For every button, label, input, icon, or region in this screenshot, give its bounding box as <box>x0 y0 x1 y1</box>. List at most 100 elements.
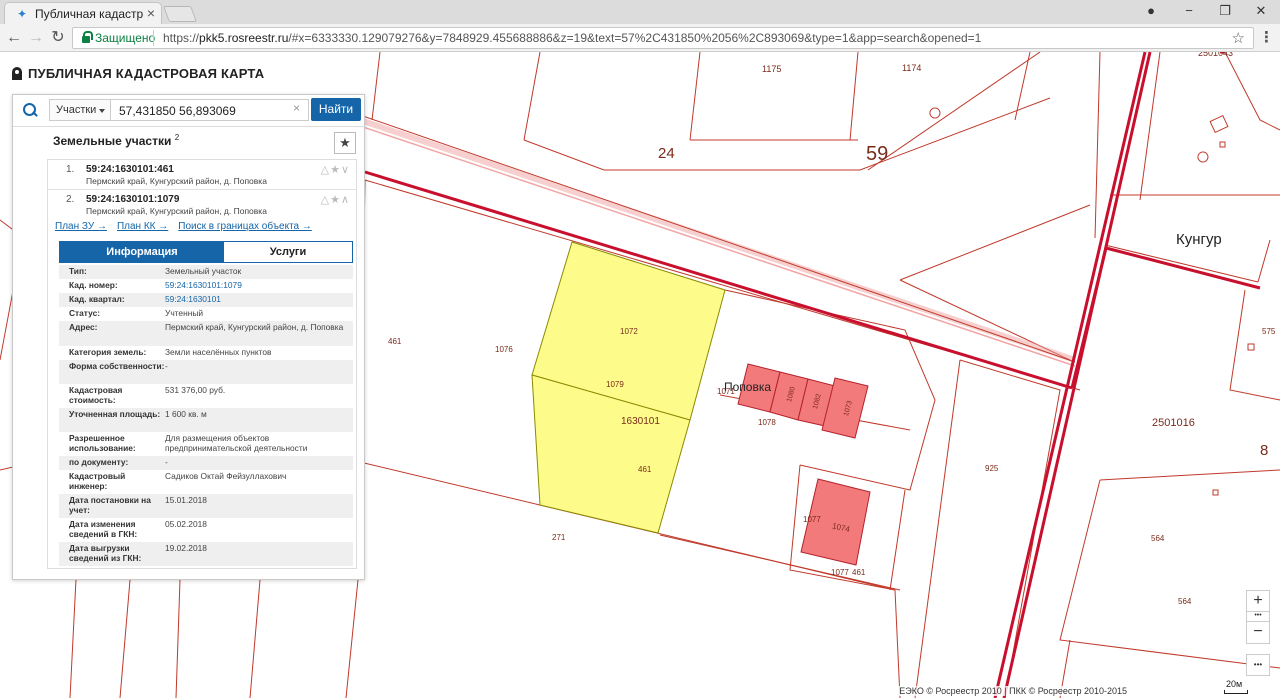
property-key: Адрес: <box>69 322 98 332</box>
map-label: 59 <box>866 143 888 165</box>
search-input[interactable]: 57,431850 56,893069 <box>111 99 309 121</box>
bookmark-star-icon[interactable]: ☆ <box>1232 29 1245 47</box>
property-key: Дата изменения сведений в ГКН: <box>69 519 138 539</box>
map-label: 1079 <box>606 380 624 389</box>
forward-arrow-icon[interactable]: → <box>26 28 46 48</box>
clear-search-icon[interactable]: × <box>293 101 300 115</box>
zoom-out-button[interactable]: − <box>1246 622 1270 644</box>
results-count: 2 <box>174 133 180 142</box>
table-row: Кадастровый инженер: Садиков Октай Фейзул… <box>59 470 353 494</box>
minimize-button[interactable]: − <box>1172 0 1206 22</box>
zoom-in-button[interactable]: + <box>1246 590 1270 612</box>
url-text[interactable]: https://pkk5.rosreestr.ru/#x=6333330.129… <box>163 31 981 45</box>
chevron-down-icon <box>99 109 105 113</box>
close-window-button[interactable]: ✕ <box>1244 0 1278 22</box>
map-label: 1174 <box>902 63 921 73</box>
property-key: Уточненная площадь: <box>69 409 161 419</box>
more-options-button[interactable]: ••• <box>1246 654 1270 676</box>
map-label: 1078 <box>758 418 776 427</box>
item-actions-icon[interactable]: △★∧ <box>321 193 350 206</box>
secure-label: Защищено <box>95 31 156 45</box>
map-label: 461 <box>388 337 402 346</box>
map-label: 24 <box>658 145 675 162</box>
item-address: Пермский край, Кунгурский район, д. Попо… <box>86 206 267 216</box>
maximize-button[interactable]: ❐ <box>1208 0 1242 22</box>
browser-tab[interactable]: ✦ Публичная кадастровая × <box>4 2 162 24</box>
map-label: 1175 <box>762 64 781 74</box>
item-cadastral-number[interactable]: 59:24:1630101:1079 <box>86 194 179 205</box>
tab-information[interactable]: Информация <box>60 242 224 262</box>
property-key: Статус: <box>69 308 101 318</box>
property-value: 05.02.2018 <box>165 519 207 529</box>
map-label: 1072 <box>620 327 638 336</box>
property-value: 15.01.2018 <box>165 495 207 505</box>
back-arrow-icon[interactable]: ← <box>4 28 24 48</box>
new-tab-button[interactable] <box>163 6 197 22</box>
favorite-star-icon[interactable]: ★ <box>334 132 356 154</box>
search-row: Участки 57,431850 56,893069 × Найти <box>13 95 364 127</box>
link-plan-kk[interactable]: План КК → <box>117 221 168 232</box>
table-row: Дата выгрузки сведений из ГКН: 19.02.2018 <box>59 542 353 566</box>
property-key: Форма собственности: <box>69 361 165 371</box>
table-row: Кад. квартал: 59:24:1630101 <box>59 293 353 307</box>
map-label: 925 <box>985 464 999 473</box>
property-value-link[interactable]: 59:24:1630101 <box>165 294 349 305</box>
map-label: 2501016 <box>1152 417 1195 429</box>
map-label: 1071 <box>717 387 735 396</box>
property-key: Кад. номер: <box>69 280 118 290</box>
item-cadastral-number[interactable]: 59:24:1630101:461 <box>86 164 174 175</box>
map-label: 461 <box>852 568 866 577</box>
link-plan-zu[interactable]: План ЗУ → <box>55 221 107 232</box>
property-value-link[interactable]: 59:24:1630101:1079 <box>165 280 349 291</box>
property-key: Дата постановки на учет: <box>69 495 151 515</box>
item-address: Пермский край, Кунгурский район, д. Попо… <box>86 176 267 186</box>
results-heading: Земельные участки 2 <box>53 133 179 148</box>
reload-icon[interactable]: ↻ <box>48 28 68 48</box>
table-row: Кадастровая стоимость: 531 376,00 руб. <box>59 384 353 408</box>
map-label: 1630101 <box>621 416 660 427</box>
property-value: - <box>165 361 168 371</box>
scale-bar <box>1224 690 1248 694</box>
site-title-text: ПУБЛИЧНАЯ КАДАСТРОВАЯ КАРТА <box>28 66 265 81</box>
find-button[interactable]: Найти <box>311 98 361 121</box>
object-type-select[interactable]: Участки <box>49 99 111 121</box>
close-tab-icon[interactable]: × <box>147 5 155 21</box>
search-icon[interactable] <box>23 103 37 117</box>
map-credits: ЕЭКО © Росреестр 2010 | ПКК © Росреестр … <box>896 686 1130 696</box>
url-path: /#x=6333330.129079276&y=7848929.45568888… <box>288 31 982 45</box>
table-row: Форма собственности: - <box>59 360 353 384</box>
map-label: 8 <box>1260 442 1268 459</box>
table-row: Адрес: Пермский край, Кунгурский район, д… <box>59 321 353 346</box>
map-label: 575 <box>1262 327 1276 336</box>
table-row: Категория земель: Земли населённых пункто… <box>59 346 353 360</box>
property-value: 19.02.2018 <box>165 543 207 553</box>
site-title[interactable]: ПУБЛИЧНАЯ КАДАСТРОВАЯ КАРТА <box>12 66 264 81</box>
property-key: Кад. квартал: <box>69 294 125 304</box>
browser-menu-icon[interactable]: ⋮ <box>1259 28 1274 46</box>
map-label: 1077 <box>803 515 821 524</box>
url-host: pkk5.rosreestr.ru <box>199 31 289 45</box>
url-divider <box>153 30 154 46</box>
property-key: Разрешенное использование: <box>69 433 136 453</box>
results-heading-text: Земельные участки <box>53 134 172 148</box>
table-row: Тип: Земельный участок <box>59 265 353 279</box>
property-key: Кадастровый инженер: <box>69 471 126 491</box>
app-window: ✦ Публичная кадастровая × ● − ❐ ✕ ← → ↻ … <box>0 0 1280 698</box>
property-key: Тип: <box>69 266 87 276</box>
object-links: План ЗУ → План КК → Поиск в границах объек… <box>55 221 322 232</box>
link-search-in-bounds[interactable]: Поиск в границах объекта → <box>178 221 312 232</box>
table-row: Кад. номер: 59:24:1630101:1079 <box>59 279 353 293</box>
table-row: Разрешенное использование: Для размещения… <box>59 432 353 456</box>
property-value: Земли населённых пунктов <box>165 347 272 357</box>
object-type-label: Участки <box>56 104 97 116</box>
address-bar[interactable]: Защищено https://pkk5.rosreestr.ru/#x=63… <box>72 27 1254 49</box>
rosreestr-logo-icon <box>12 67 22 80</box>
list-item[interactable]: 1. 59:24:1630101:461 Пермский край, Кунг… <box>48 160 356 190</box>
item-actions-icon[interactable]: △★∨ <box>321 163 350 176</box>
url-scheme: https:// <box>163 31 200 45</box>
property-key: Дата выгрузки сведений из ГКН: <box>69 543 142 563</box>
item-number: 2. <box>66 194 75 205</box>
tab-services[interactable]: Услуги <box>224 242 352 262</box>
profile-icon[interactable]: ● <box>1134 0 1168 22</box>
browser-toolbar: ← → ↻ Защищено https://pkk5.rosreestr.ru… <box>0 24 1280 52</box>
